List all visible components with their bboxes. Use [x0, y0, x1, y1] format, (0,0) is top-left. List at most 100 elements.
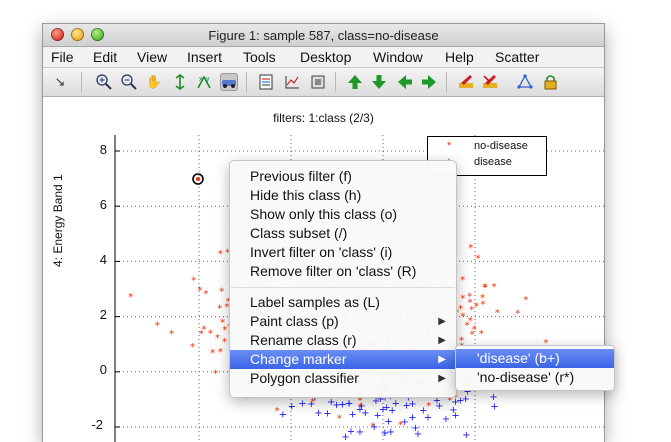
- disease-point: +: [408, 413, 416, 424]
- polygon-icon[interactable]: [516, 73, 534, 91]
- arrow-down-icon[interactable]: [370, 73, 388, 91]
- menu-separator: [231, 287, 455, 288]
- insert-legend-icon[interactable]: [283, 73, 301, 91]
- menu-file[interactable]: File: [51, 49, 74, 65]
- pen-delete-icon[interactable]: [481, 73, 499, 91]
- no-disease-point: *: [495, 308, 500, 319]
- disease-point: +: [356, 427, 364, 438]
- no-disease-point: *: [468, 243, 473, 254]
- no-disease-point: *: [479, 329, 484, 340]
- no-disease-point: *: [169, 329, 174, 340]
- legend-label: disease: [474, 156, 512, 168]
- menu-insert[interactable]: Insert: [187, 49, 222, 65]
- no-disease-point: *: [155, 320, 160, 331]
- no-disease-point: *: [210, 348, 215, 359]
- submenu-item-no-disease[interactable]: 'no-disease' (r*): [456, 368, 614, 387]
- disease-point: +: [279, 410, 287, 421]
- menu-tools[interactable]: Tools: [243, 49, 276, 65]
- no-disease-point: *: [197, 285, 202, 296]
- submenu-arrow-icon: ▶: [438, 373, 446, 384]
- no-disease-point: *: [483, 283, 488, 294]
- disease-point: +: [298, 399, 306, 410]
- no-disease-point: *: [220, 318, 225, 329]
- zoom-in-icon[interactable]: [95, 73, 113, 91]
- menu-item-remove-filter[interactable]: Remove filter on 'class' (R): [230, 262, 456, 281]
- submenu-arrow-icon: ▶: [438, 316, 446, 327]
- context-menu: Previous filter (f) Hide this class (h) …: [229, 160, 457, 398]
- menu-desktop[interactable]: Desktop: [300, 49, 351, 65]
- disease-point: +: [347, 426, 355, 437]
- disease-point: +: [449, 405, 457, 416]
- selected-sample-marker[interactable]: [192, 173, 204, 185]
- no-disease-point: *: [476, 254, 481, 265]
- data-cursor-icon[interactable]: xy: [195, 73, 213, 91]
- title-bar[interactable]: Figure 1: sample 587, class=no-disease: [43, 24, 604, 47]
- no-disease-point: *: [480, 300, 485, 311]
- brush-icon[interactable]: [220, 73, 238, 91]
- no-disease-point: *: [219, 287, 224, 298]
- lock-icon[interactable]: [541, 73, 559, 91]
- menu-edit[interactable]: Edit: [93, 49, 117, 65]
- rotate-3d-icon[interactable]: [171, 73, 189, 91]
- disease-point: +: [411, 423, 419, 434]
- pen-edit-icon[interactable]: [457, 73, 475, 91]
- menu-item-previous-filter[interactable]: Previous filter (f): [230, 167, 456, 186]
- menu-item-rename-class[interactable]: Rename class (r) ▶: [230, 331, 456, 350]
- disease-point: +: [384, 417, 392, 428]
- no-disease-point: *: [208, 328, 213, 339]
- disease-point: +: [370, 422, 378, 433]
- arrow-right-icon[interactable]: [420, 73, 438, 91]
- no-disease-point: *: [217, 304, 222, 315]
- menu-item-show-only-class[interactable]: Show only this class (o): [230, 205, 456, 224]
- no-disease-point: *: [222, 337, 227, 348]
- menu-item-paint-class[interactable]: Paint class (p) ▶: [230, 312, 456, 331]
- menu-item-class-subset[interactable]: Class subset (/): [230, 224, 456, 243]
- window-title: Figure 1: sample 587, class=no-disease: [208, 28, 439, 43]
- menu-item-change-marker[interactable]: Change marker ▶: [230, 350, 456, 369]
- menu-item-invert-filter[interactable]: Invert filter on 'class' (i): [230, 243, 456, 262]
- legend-entry-no-disease: * no-disease: [428, 140, 546, 156]
- svg-text:y: y: [206, 76, 210, 83]
- svg-text:x: x: [199, 76, 203, 83]
- no-disease-point: *: [492, 282, 497, 293]
- toolbar-separator: [81, 72, 82, 92]
- no-disease-point: *: [128, 292, 133, 303]
- disease-point: +: [361, 408, 369, 419]
- disease-point: +: [327, 397, 335, 408]
- menu-item-polygon-classifier[interactable]: Polygon classifier ▶: [230, 369, 456, 388]
- menu-bar: File Edit View Insert Tools Desktop Wind…: [43, 47, 604, 68]
- no-disease-point: *: [191, 276, 196, 287]
- no-disease-point: *: [213, 368, 218, 379]
- toolbar-separator: [335, 72, 336, 92]
- change-marker-submenu: 'disease' (b+) 'no-disease' (r*): [455, 345, 615, 391]
- no-disease-point: *: [337, 413, 342, 424]
- menu-item-hide-class[interactable]: Hide this class (h): [230, 186, 456, 205]
- no-disease-point: *: [203, 289, 208, 300]
- toolbar-separator: [446, 72, 447, 92]
- menu-help[interactable]: Help: [445, 49, 474, 65]
- pan-hand-icon[interactable]: ✋: [145, 73, 163, 91]
- no-disease-point: *: [515, 309, 520, 320]
- menu-scatter[interactable]: Scatter: [495, 49, 539, 65]
- no-disease-point: *: [202, 325, 207, 336]
- menu-view[interactable]: View: [137, 49, 167, 65]
- zoom-out-icon[interactable]: [120, 73, 138, 91]
- no-disease-point: *: [467, 291, 472, 302]
- no-disease-point: *: [458, 304, 463, 315]
- menu-item-label-samples[interactable]: Label samples as (L): [230, 293, 456, 312]
- submenu-item-disease[interactable]: 'disease' (b+): [456, 349, 614, 368]
- no-disease-point: *: [474, 302, 479, 313]
- no-disease-point: *: [215, 333, 220, 344]
- arrow-up-icon[interactable]: [346, 73, 364, 91]
- disease-point: +: [381, 428, 389, 439]
- no-disease-point: *: [470, 330, 475, 341]
- menu-window[interactable]: Window: [373, 49, 423, 65]
- insert-colorbar-icon[interactable]: [257, 73, 275, 91]
- no-disease-point: *: [460, 293, 465, 304]
- arrow-pointer-icon[interactable]: ↘: [51, 73, 69, 91]
- submenu-arrow-icon: ▶: [438, 354, 446, 365]
- disease-point: +: [462, 430, 470, 441]
- toolbar: ↘ ✋ xy: [43, 68, 604, 97]
- arrow-left-icon[interactable]: [396, 73, 414, 91]
- plot-tools-icon[interactable]: [309, 73, 327, 91]
